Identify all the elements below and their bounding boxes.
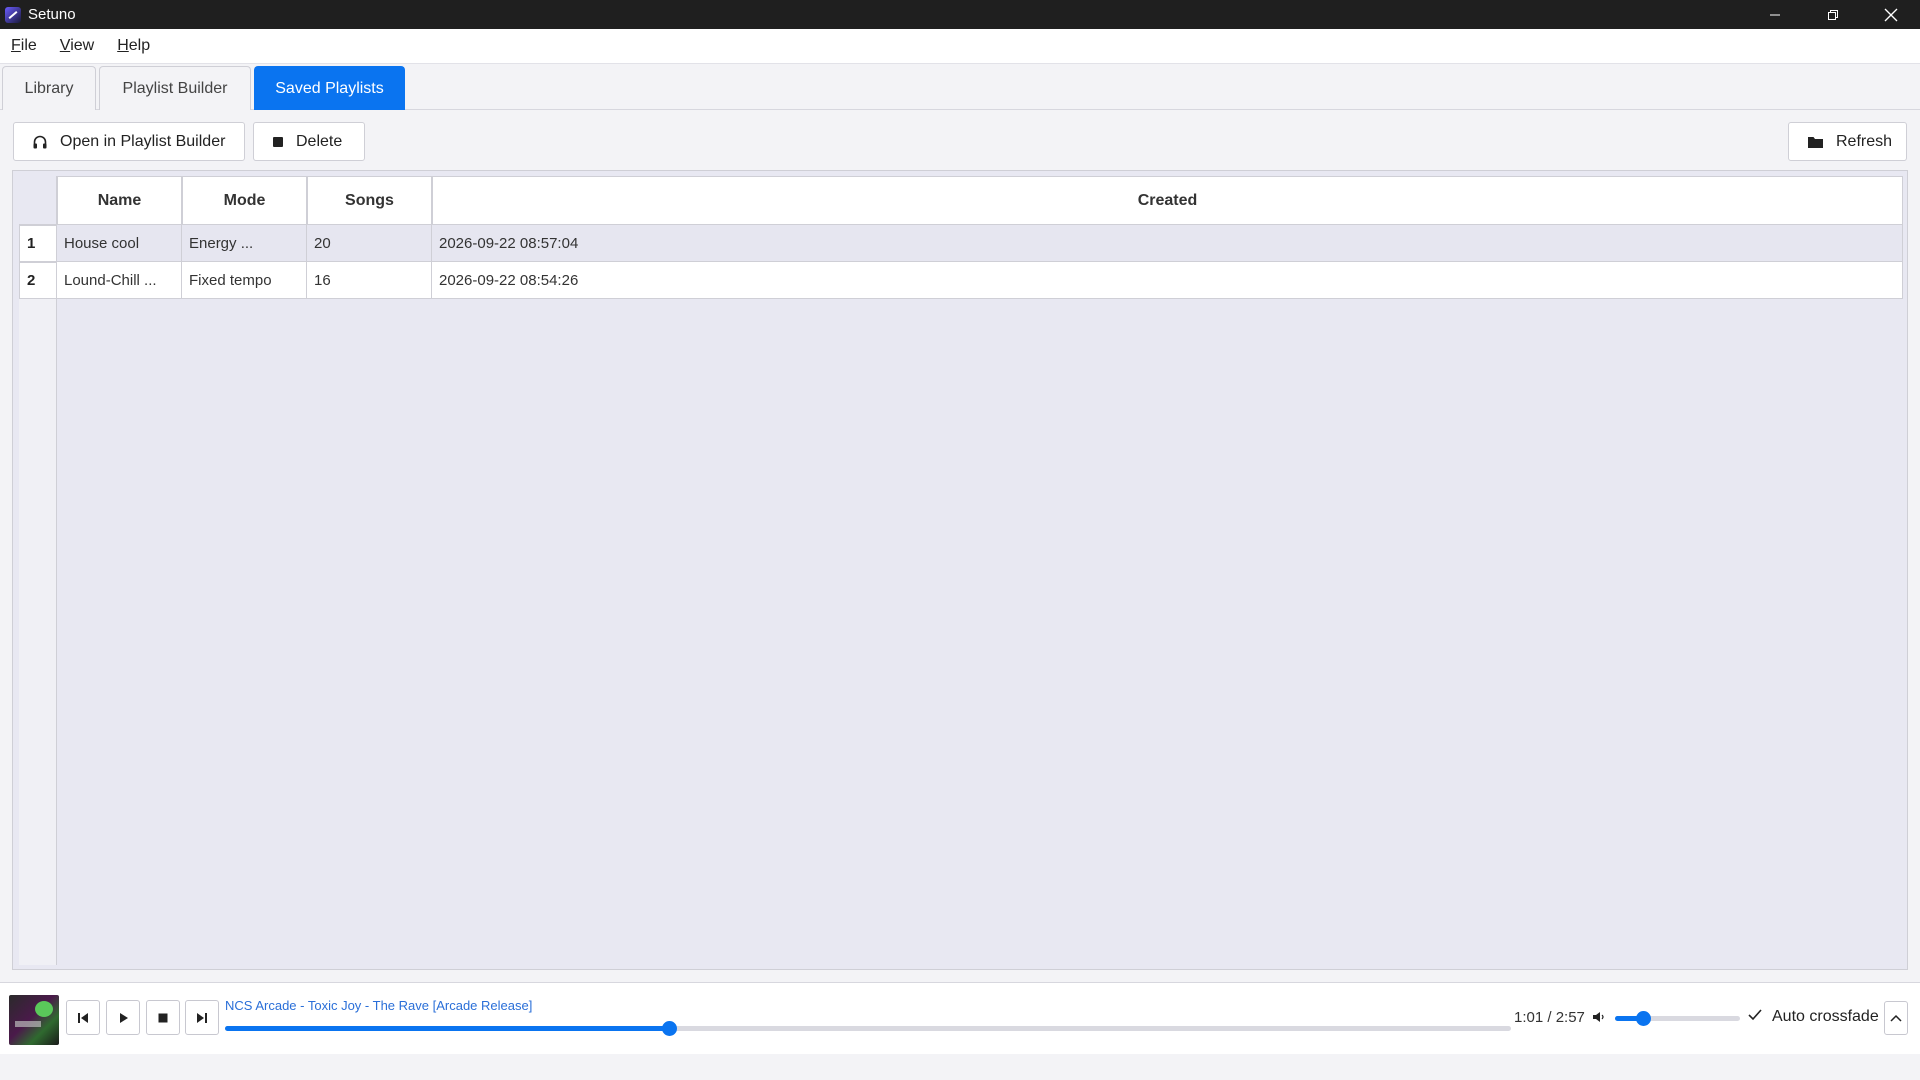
auto-crossfade-toggle[interactable]: Auto crossfade xyxy=(1748,1008,1879,1026)
playback-time: 1:01 / 2:57 xyxy=(1514,1009,1585,1026)
album-cover xyxy=(9,995,59,1045)
cell-mode[interactable]: Fixed tempo xyxy=(182,262,307,299)
close-button[interactable] xyxy=(1862,0,1920,29)
menu-bar: File View Help xyxy=(0,29,1920,64)
menu-view-mnemonic: V xyxy=(59,37,71,54)
menu-view-label: iew xyxy=(70,37,95,54)
minimize-button[interactable] xyxy=(1746,0,1804,29)
minimize-icon xyxy=(1770,14,1780,15)
table-corner[interactable] xyxy=(19,176,57,225)
close-icon xyxy=(1884,8,1898,21)
saved-playlists-table: Name Mode Songs Created 1 House cool Ene… xyxy=(12,170,1908,970)
tab-saved-playlists[interactable]: Saved Playlists xyxy=(254,66,405,110)
window-controls xyxy=(1746,0,1920,29)
row-header[interactable]: 2 xyxy=(19,262,57,299)
auto-crossfade-label: Auto crossfade xyxy=(1772,1008,1879,1025)
volume-icon[interactable] xyxy=(1592,1010,1606,1029)
skip-next-icon xyxy=(197,1012,207,1023)
volume-slider[interactable] xyxy=(1615,1011,1740,1026)
play-icon xyxy=(120,1012,128,1023)
window-title: Setuno xyxy=(28,6,76,23)
column-header-songs[interactable]: Songs xyxy=(307,176,432,225)
app-logo-icon xyxy=(5,6,21,23)
play-button[interactable] xyxy=(106,1000,140,1035)
chevron-up-icon xyxy=(1890,1014,1902,1022)
next-button[interactable] xyxy=(185,1000,219,1035)
cover-art-face xyxy=(35,1001,53,1017)
menu-view[interactable]: View xyxy=(60,37,94,55)
headphones-icon xyxy=(32,134,48,150)
seek-progress xyxy=(225,1026,669,1031)
seek-slider[interactable] xyxy=(225,1021,1511,1036)
refresh-label: Refresh xyxy=(1836,132,1893,150)
menu-help-label: elp xyxy=(128,37,151,54)
expand-player-button[interactable] xyxy=(1884,1001,1908,1035)
tab-library[interactable]: Library xyxy=(2,66,96,110)
row-header-column xyxy=(19,225,57,965)
stop-button[interactable] xyxy=(146,1000,180,1035)
row-header[interactable]: 1 xyxy=(19,225,57,262)
delete-button[interactable]: Delete xyxy=(253,122,365,161)
cell-created[interactable]: 2026-09-22 08:54:26 xyxy=(432,262,1903,299)
menu-help[interactable]: Help xyxy=(117,37,150,55)
delete-label: Delete xyxy=(296,132,343,150)
column-header-created[interactable]: Created xyxy=(432,176,1903,225)
skip-previous-icon xyxy=(78,1012,88,1023)
refresh-button[interactable]: Refresh xyxy=(1788,122,1907,161)
cell-name[interactable]: House cool xyxy=(57,225,182,262)
stop-icon xyxy=(158,1013,168,1022)
column-header-name[interactable]: Name xyxy=(57,176,182,225)
volume-handle[interactable] xyxy=(1635,1011,1651,1026)
previous-button[interactable] xyxy=(66,1000,100,1035)
menu-help-mnemonic: H xyxy=(117,37,129,54)
seek-handle[interactable] xyxy=(661,1021,677,1036)
stop-square-icon xyxy=(272,136,284,148)
open-in-playlist-builder-button[interactable]: Open in Playlist Builder xyxy=(13,122,245,161)
open-in-playlist-builder-label: Open in Playlist Builder xyxy=(60,132,226,150)
cover-art-tag xyxy=(15,1021,41,1027)
folder-icon xyxy=(1807,135,1824,149)
restore-icon xyxy=(1828,9,1838,20)
cell-mode[interactable]: Energy ... xyxy=(182,225,307,262)
menu-file-mnemonic: F xyxy=(11,37,21,54)
title-bar: Setuno xyxy=(0,0,1920,29)
now-playing-title[interactable]: NCS Arcade - Toxic Joy - The Rave [Arcad… xyxy=(225,998,532,1013)
tab-bar: Library Playlist Builder Saved Playlists xyxy=(0,64,1920,110)
column-header-mode[interactable]: Mode xyxy=(182,176,307,225)
checkmark-icon xyxy=(1748,1008,1762,1026)
cell-songs[interactable]: 16 xyxy=(307,262,432,299)
restore-button[interactable] xyxy=(1804,0,1862,29)
cell-name[interactable]: Lound-Chill ... xyxy=(57,262,182,299)
menu-file[interactable]: File xyxy=(11,37,37,55)
menu-file-label: ile xyxy=(20,37,37,54)
tab-playlist-builder[interactable]: Playlist Builder xyxy=(99,66,251,110)
cell-created[interactable]: 2026-09-22 08:57:04 xyxy=(432,225,1903,262)
cell-songs[interactable]: 20 xyxy=(307,225,432,262)
